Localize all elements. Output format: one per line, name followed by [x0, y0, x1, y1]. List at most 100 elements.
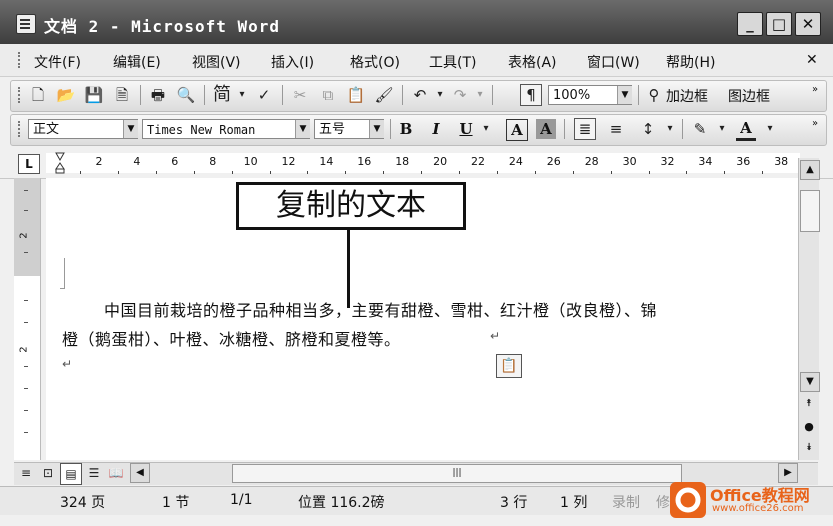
web-view-icon[interactable]: ⊡	[38, 463, 58, 483]
new-document-icon[interactable]: 🗋	[28, 85, 48, 105]
menu-table[interactable]: 表格(A)	[508, 52, 557, 72]
undo-icon[interactable]: ↶	[410, 85, 430, 105]
highlight-dropdown-icon[interactable]: ▾	[712, 119, 732, 139]
ruler-tick	[269, 171, 271, 174]
save-icon[interactable]: 💾	[84, 85, 104, 105]
line-spacing-dropdown-icon[interactable]: ▾	[660, 119, 680, 139]
callout-box: 复制的文本	[236, 182, 466, 230]
style-dropdown-icon[interactable]: ▼	[123, 120, 138, 138]
ruler-tick	[610, 171, 612, 174]
normal-view-icon[interactable]: ≡	[16, 463, 36, 483]
paste-icon[interactable]: 📋	[346, 85, 366, 105]
highlight-icon[interactable]: ✎	[690, 119, 710, 139]
margin-corner-mark	[60, 258, 65, 289]
underline-dropdown-icon[interactable]: ▾	[476, 119, 496, 139]
copy-icon[interactable]: ⧉	[318, 85, 338, 105]
zoom-dropdown-icon[interactable]: ▼	[617, 86, 632, 104]
spelling-icon[interactable]: ✓	[254, 85, 274, 105]
ruler-tick	[345, 171, 347, 174]
undo-dropdown-icon[interactable]: ▾	[430, 85, 450, 105]
simplified-chinese-icon[interactable]: 简	[212, 85, 232, 105]
picture-border-button[interactable]: 图边框	[728, 86, 770, 106]
size-dropdown-icon[interactable]: ▼	[369, 120, 384, 138]
add-border-button[interactable]: 加边框	[666, 86, 708, 106]
next-page-icon[interactable]: ⯯	[800, 442, 818, 453]
draw-border-icon[interactable]: ⚲	[644, 85, 664, 105]
cut-icon[interactable]: ✂	[290, 85, 310, 105]
ruler-tick	[686, 171, 688, 174]
permission-icon[interactable]: 🗎	[112, 85, 132, 105]
vruler-tick	[24, 300, 28, 301]
menu-help[interactable]: 帮助(H)	[666, 52, 715, 72]
align-justify-icon[interactable]: ≣	[574, 118, 596, 140]
style-combo[interactable]: 正文	[28, 119, 138, 139]
menu-view[interactable]: 视图(V)	[192, 52, 241, 72]
toolbar-separator	[492, 85, 493, 105]
word-app-icon[interactable]	[16, 14, 36, 34]
menu-window[interactable]: 窗口(W)	[587, 52, 640, 72]
toolbar-grip[interactable]	[18, 87, 22, 103]
horizontal-ruler[interactable]	[46, 153, 800, 173]
status-record[interactable]: 录制	[612, 492, 640, 512]
menu-grip[interactable]	[18, 52, 22, 68]
previous-page-icon[interactable]: ⯭	[800, 398, 818, 409]
font-color-dropdown-icon[interactable]: ▾	[760, 119, 780, 139]
menu-format[interactable]: 格式(O)	[350, 52, 400, 72]
close-button[interactable]: ✕	[795, 12, 821, 36]
reading-view-icon[interactable]: 📖	[106, 463, 126, 483]
bold-button[interactable]: B	[396, 119, 416, 139]
ruler-tick	[193, 171, 195, 174]
horizontal-scroll-thumb[interactable]: |||	[232, 464, 682, 483]
print-layout-view-icon[interactable]: ▤	[60, 463, 82, 485]
outline-view-icon[interactable]: ☰	[84, 463, 104, 483]
align-distributed-icon[interactable]: ≡	[606, 119, 626, 139]
toolbar-grip[interactable]	[18, 121, 22, 137]
font-color-button[interactable]: A	[736, 118, 756, 141]
font-dropdown-icon[interactable]: ▼	[295, 120, 310, 138]
font-combo[interactable]: Times New Roman	[142, 119, 310, 139]
open-folder-icon[interactable]: 📂	[56, 85, 76, 105]
scroll-down-icon[interactable]: ▼	[800, 372, 820, 392]
redo-dropdown-icon[interactable]: ▾	[470, 85, 490, 105]
ruler-tick	[80, 171, 81, 174]
style-value: 正文	[33, 122, 60, 137]
toolbar-separator	[282, 85, 283, 105]
underline-button[interactable]: U	[456, 119, 476, 139]
redo-icon[interactable]: ↷	[450, 85, 470, 105]
paste-options-icon[interactable]: 📋	[496, 354, 522, 378]
dropdown-arrow-icon[interactable]: ▾	[232, 85, 252, 105]
tab-selector[interactable]: L	[18, 154, 40, 174]
ruler-tick	[762, 171, 764, 174]
vertical-scroll-thumb[interactable]	[800, 190, 820, 232]
minimize-button[interactable]: _	[737, 12, 763, 36]
menu-tools[interactable]: 工具(T)	[429, 52, 476, 72]
show-hide-marks-icon[interactable]: ¶	[520, 84, 542, 106]
character-shading-button[interactable]: A	[536, 119, 556, 139]
maximize-button[interactable]: □	[766, 12, 792, 36]
scroll-left-icon[interactable]: ◀	[130, 463, 150, 483]
vruler-tick	[24, 388, 28, 389]
format-painter-icon[interactable]: 🖌	[374, 85, 394, 105]
ruler-number: 8	[209, 155, 217, 168]
indent-marker-icon[interactable]	[55, 152, 65, 174]
toolbar-separator	[564, 119, 565, 139]
scroll-up-icon[interactable]: ▲	[800, 160, 820, 180]
toolbar-options-icon[interactable]: »	[812, 84, 818, 95]
italic-button[interactable]: I	[426, 119, 446, 139]
document-text-line-2[interactable]: 橙（鹅蛋柑）、叶橙、冰糖橙、脐橙和夏橙等。	[62, 326, 401, 350]
line-spacing-icon[interactable]: ↕	[638, 119, 658, 139]
ruler-number: 38	[774, 155, 789, 168]
close-document-button[interactable]: ✕	[806, 52, 818, 68]
document-text-line-1[interactable]: 中国目前栽培的橙子品种相当多，主要有甜橙、雪柑、红汁橙（改良橙）、锦	[104, 297, 657, 321]
print-preview-icon[interactable]: 🔍	[176, 85, 196, 105]
vruler-number: 2	[18, 346, 30, 353]
menu-file[interactable]: 文件(F)	[34, 52, 81, 72]
select-browse-object-icon[interactable]: ●	[800, 420, 818, 433]
menu-insert[interactable]: 插入(I)	[271, 52, 314, 72]
character-border-button[interactable]: A	[506, 119, 528, 141]
print-icon[interactable]: 🖶	[148, 85, 168, 105]
menu-edit[interactable]: 编辑(E)	[113, 52, 161, 72]
ruler-tick	[724, 171, 726, 174]
toolbar-options-icon[interactable]: »	[812, 118, 818, 129]
paragraph-mark: ↵	[490, 329, 501, 343]
